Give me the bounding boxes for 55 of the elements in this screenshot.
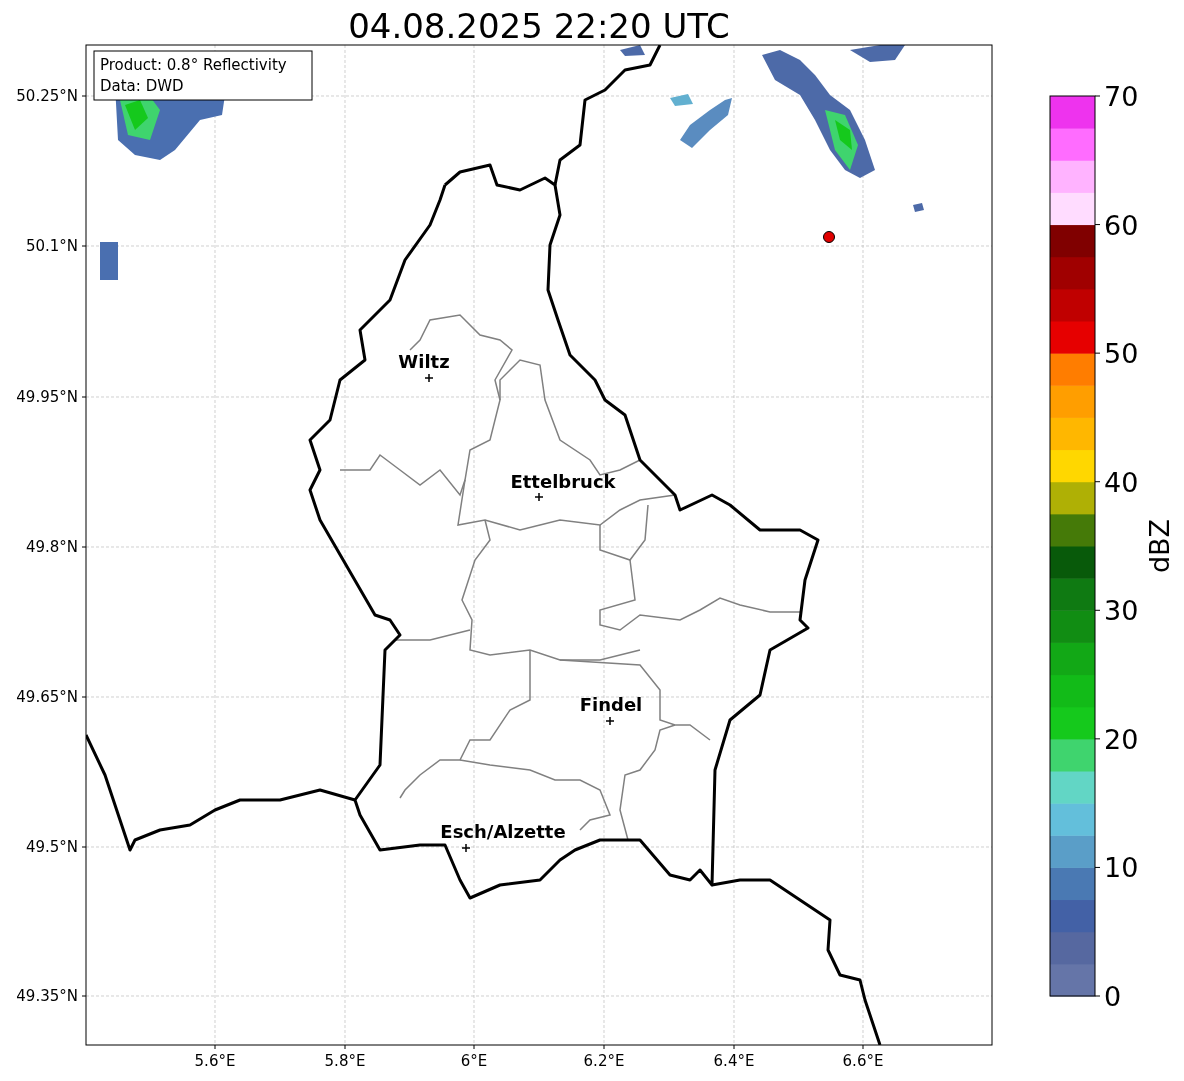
- tick-mark: [1094, 738, 1101, 740]
- colorbar-tick-label: 60: [1104, 209, 1139, 241]
- tick-mark: [81, 95, 87, 97]
- city-label: Ettelbruck: [510, 471, 616, 492]
- longitude-label: 6.2°E: [583, 1052, 625, 1070]
- chart-title: 04.08.2025 22:20 UTC: [348, 6, 730, 46]
- tick-mark: [81, 995, 87, 997]
- tick-mark: [1094, 609, 1101, 611]
- radar-site-marker: [823, 231, 835, 243]
- city-marker-icon: [534, 492, 544, 502]
- tick-mark: [603, 1044, 605, 1050]
- longitude-label: 6.6°E: [842, 1052, 884, 1070]
- city-label: Findel: [579, 694, 643, 715]
- tick-mark: [81, 696, 87, 698]
- longitude-label: 6.4°E: [713, 1052, 755, 1070]
- colorbar-tick-label: 30: [1104, 595, 1139, 627]
- city-marker-icon: [461, 843, 471, 853]
- tick-mark: [81, 846, 87, 848]
- city-label: Esch/Alzette: [440, 821, 566, 842]
- tick-mark: [1094, 224, 1101, 226]
- longitude-label: 6°E: [460, 1052, 488, 1070]
- tick-mark: [473, 1044, 475, 1050]
- tick-mark: [1094, 352, 1101, 354]
- info-text: Product: 0.8° Reflectivity: [100, 56, 287, 74]
- colorbar-tick-label: 50: [1104, 338, 1139, 370]
- colorbar-tick-label: 40: [1104, 466, 1139, 498]
- tick-mark: [1094, 95, 1101, 97]
- tick-mark: [733, 1044, 735, 1050]
- latitude-label: 50.1°N: [25, 237, 78, 255]
- latitude-label: 49.8°N: [25, 538, 78, 556]
- latitude-label: 49.5°N: [25, 838, 78, 856]
- tick-mark: [81, 245, 87, 247]
- colorbar-tick-label: 20: [1104, 723, 1139, 755]
- latitude-label: 49.35°N: [16, 987, 78, 1005]
- city-marker-icon: [605, 716, 615, 726]
- tick-mark: [1094, 866, 1101, 868]
- longitude-label: 5.6°E: [194, 1052, 236, 1070]
- city-label: Wiltz: [398, 351, 450, 372]
- tick-mark: [1094, 481, 1101, 483]
- colorbar-label: dBZ: [1144, 518, 1175, 574]
- tick-mark: [862, 1044, 864, 1050]
- tick-mark: [1094, 995, 1101, 997]
- longitude-label: 5.8°E: [324, 1052, 366, 1070]
- tick-mark: [344, 1044, 346, 1050]
- info-text: Data: DWD: [100, 77, 184, 95]
- latitude-label: 49.95°N: [16, 388, 78, 406]
- tick-mark: [81, 396, 87, 398]
- colorbar-tick-label: 10: [1104, 852, 1139, 884]
- colorbar-tick-label: 0: [1104, 981, 1122, 1012]
- city-marker-icon: [424, 373, 434, 383]
- latitude-label: 50.25°N: [16, 87, 78, 105]
- tick-mark: [214, 1044, 216, 1050]
- colorbar-tick-label: 70: [1104, 81, 1139, 112]
- tick-mark: [81, 546, 87, 548]
- latitude-label: 49.65°N: [16, 688, 78, 706]
